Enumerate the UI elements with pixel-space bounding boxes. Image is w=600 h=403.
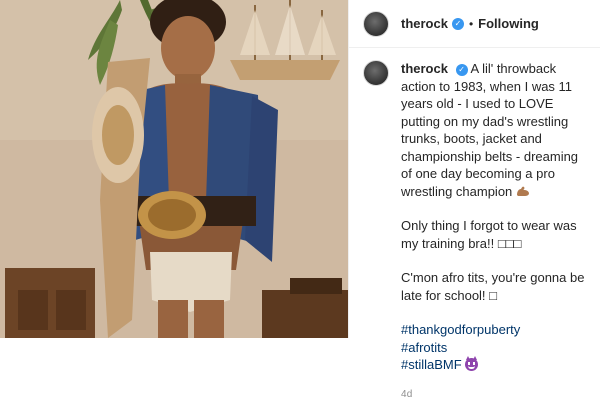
instagram-post: therock ✓ • Following therock ✓ A lil' t… (0, 0, 600, 338)
post-timestamp[interactable]: 4d (401, 386, 586, 403)
caption-paragraph-2: Only thing I forgot to wear was my train… (401, 217, 586, 252)
hashtag-link[interactable]: #thankgodforpuberty (401, 321, 586, 339)
caption-avatar[interactable] (363, 60, 389, 86)
avatar[interactable] (363, 11, 389, 37)
verified-badge-icon: ✓ (452, 18, 464, 30)
caption-body: therock ✓ A lil' throwback action to 198… (401, 60, 586, 403)
post-header: therock ✓ • Following (349, 0, 600, 48)
post-photo[interactable] (0, 0, 348, 338)
verified-badge-icon: ✓ (456, 64, 468, 76)
hashtag-text[interactable]: #stillaBMF (401, 357, 462, 372)
hashtag-link[interactable]: #afrotits (401, 339, 586, 357)
smiling-devil-icon (465, 358, 478, 371)
caption-text-1: A lil' throwback action to 1983, when I … (401, 61, 578, 199)
following-button[interactable]: Following (478, 16, 539, 31)
throwback-photo-illustration (0, 0, 348, 338)
hashtag-list: #thankgodforpuberty #afrotits #stillaBMF (401, 321, 586, 374)
header-username[interactable]: therock (401, 16, 448, 31)
post-sidebar: therock ✓ • Following therock ✓ A lil' t… (348, 0, 600, 338)
separator-dot: • (469, 17, 473, 31)
caption-paragraph-3: C'mon afro tits, you're gonna be late fo… (401, 269, 586, 304)
hashtag-link[interactable]: #stillaBMF (401, 356, 586, 374)
caption-paragraph-1: therock ✓ A lil' throwback action to 198… (401, 60, 586, 200)
flexed-biceps-icon (516, 185, 530, 197)
caption: therock ✓ A lil' throwback action to 198… (349, 48, 600, 403)
caption-username[interactable]: therock (401, 61, 448, 76)
